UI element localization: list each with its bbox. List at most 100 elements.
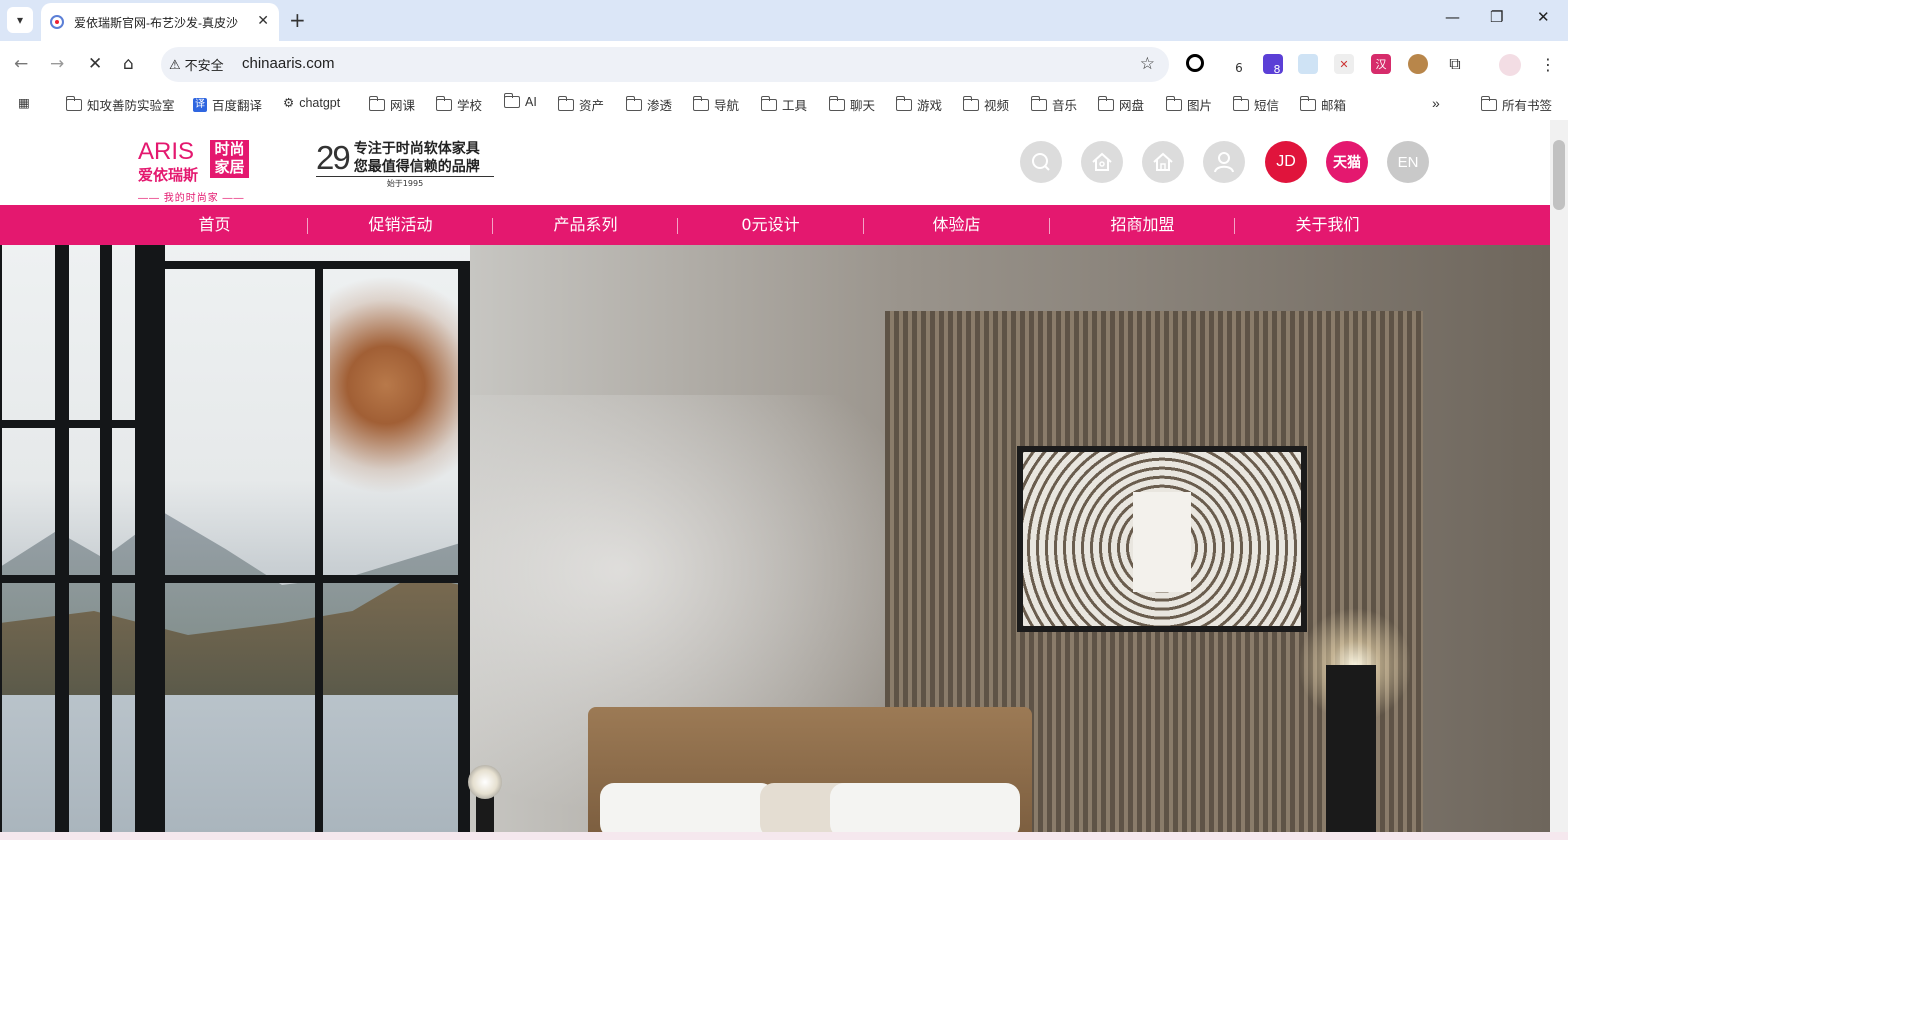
- profile-avatar[interactable]: [1499, 54, 1521, 76]
- tab-search-button[interactable]: ▾: [7, 7, 33, 33]
- tmall-icon[interactable]: 天猫: [1326, 141, 1368, 183]
- slogan-line-2: 您最值得信赖的品牌: [353, 159, 480, 175]
- stop-loading-icon[interactable]: ✕: [88, 54, 102, 74]
- bookmark-9[interactable]: 工具: [760, 95, 807, 114]
- new-tab-button[interactable]: +: [289, 9, 306, 31]
- folder-icon: [435, 95, 452, 111]
- bookmark-10[interactable]: 聊天: [828, 95, 875, 114]
- bookmark-2[interactable]: ⚙ chatgpt: [283, 95, 340, 111]
- folder-icon: [1232, 95, 1249, 111]
- all-bookmarks[interactable]: 所有书签: [1480, 95, 1552, 114]
- slogan-line-1: 专注于时尚软体家具: [353, 141, 480, 157]
- window-frame: [0, 420, 140, 428]
- active-tab[interactable]: 爱依瑞斯官网-布艺沙发-真皮沙 ✕: [41, 3, 279, 41]
- folder-icon: [557, 95, 574, 111]
- house-icon[interactable]: [1142, 141, 1184, 183]
- close-tab-icon[interactable]: ✕: [257, 13, 269, 29]
- folder-icon: [1480, 95, 1497, 111]
- home-outline-icon[interactable]: [1081, 141, 1123, 183]
- site-logo[interactable]: ARIS 爱依瑞斯 时尚家居 —— 我的时尚家 ——: [138, 138, 249, 204]
- site-header: ARIS 爱依瑞斯 时尚家居 —— 我的时尚家 —— 29 专注于时尚软体家具 …: [0, 120, 1550, 205]
- extension-4-icon[interactable]: ✕: [1334, 54, 1354, 74]
- side-lamp-bulb: [468, 765, 502, 799]
- forward-icon[interactable]: →: [50, 54, 64, 74]
- extension-2-icon[interactable]: 8: [1263, 54, 1283, 76]
- tab-strip: ▾ 爱依瑞斯官网-布艺沙发-真皮沙 ✕ + — ❐ ✕: [0, 0, 1568, 41]
- hero-lake: [0, 695, 470, 832]
- site-favicon-icon: [50, 15, 64, 29]
- bookmark-5[interactable]: AI: [503, 93, 537, 109]
- browser-menu-icon[interactable]: ⋮: [1538, 54, 1558, 74]
- pillow: [600, 783, 775, 832]
- bookmark-3[interactable]: 网课: [368, 95, 415, 114]
- jd-icon[interactable]: JD: [1265, 141, 1307, 183]
- bookmark-11[interactable]: 游戏: [895, 95, 942, 114]
- hero-picture-frame: [1017, 446, 1307, 632]
- folder-icon: [65, 95, 82, 111]
- cookie-extension-icon[interactable]: [1408, 54, 1428, 74]
- window-frame: [0, 245, 2, 832]
- page-scrollbar[interactable]: [1550, 120, 1568, 832]
- openai-icon: ⚙: [283, 96, 295, 110]
- url-text[interactable]: chinaaris.com: [242, 55, 335, 72]
- language-icon[interactable]: EN: [1387, 141, 1429, 183]
- nav-stores[interactable]: 体验店: [864, 205, 1049, 245]
- nav-franchise[interactable]: 招商加盟: [1050, 205, 1235, 245]
- more-bookmarks-icon[interactable]: »: [1432, 95, 1440, 111]
- window-frame: [0, 575, 470, 583]
- bookmark-0[interactable]: 知攻善防实验室: [65, 95, 175, 114]
- bookmark-14[interactable]: 网盘: [1097, 95, 1144, 114]
- bookmarks-bar: ▦ 知攻善防实验室 译百度翻译 ⚙ chatgpt 网课 学校 AI 资产 渗透 …: [0, 88, 1568, 118]
- scrollbar-thumb[interactable]: [1553, 140, 1565, 210]
- bookmark-star-icon[interactable]: ☆: [1140, 54, 1155, 74]
- extension-3-icon[interactable]: [1298, 54, 1318, 74]
- extension-5-icon[interactable]: 汉: [1371, 54, 1391, 74]
- user-icon[interactable]: [1203, 141, 1245, 183]
- nav-products[interactable]: 产品系列: [493, 205, 678, 245]
- hero-banner[interactable]: [0, 245, 1550, 832]
- window-frame: [315, 261, 323, 832]
- brand-slogan: 29 专注于时尚软体家具 您最值得信赖的品牌 始于1995: [316, 139, 494, 188]
- home-icon[interactable]: ⌂: [123, 54, 134, 74]
- web-page: ARIS 爱依瑞斯 时尚家居 —— 我的时尚家 —— 29 专注于时尚软体家具 …: [0, 120, 1550, 832]
- browser-toolbar: ← → ✕ ⌂ ⚠ 不安全 chinaaris.com ☆ 6 8 ✕ 汉 ⧉ ⋮: [0, 41, 1568, 88]
- bookmark-7[interactable]: 渗透: [625, 95, 672, 114]
- nav-promotions[interactable]: 促销活动: [308, 205, 493, 245]
- hero-tree: [330, 255, 470, 515]
- main-nav: 首页 促销活动 产品系列 0元设计 体验店 招商加盟 关于我们: [0, 205, 1550, 245]
- address-bar[interactable]: ⚠ 不安全 chinaaris.com ☆: [161, 47, 1169, 82]
- slogan-years: 29: [316, 139, 351, 176]
- folder-icon: [503, 93, 520, 108]
- folder-icon: [1165, 95, 1182, 111]
- bookmark-4[interactable]: 学校: [435, 95, 482, 114]
- bookmark-15[interactable]: 图片: [1165, 95, 1212, 114]
- folder-icon: [962, 95, 979, 111]
- window-frame: [135, 245, 165, 832]
- folder-icon: [625, 95, 642, 111]
- minimize-icon[interactable]: —: [1445, 8, 1460, 26]
- bookmark-16[interactable]: 短信: [1232, 95, 1279, 114]
- extensions-puzzle-icon[interactable]: ⧉: [1445, 54, 1465, 74]
- folder-icon: [1030, 95, 1047, 111]
- nav-free-design[interactable]: 0元设计: [678, 205, 863, 245]
- bookmark-13[interactable]: 音乐: [1030, 95, 1077, 114]
- bookmark-8[interactable]: 导航: [692, 95, 739, 114]
- window-frame: [100, 245, 112, 832]
- slogan-since: 始于1995: [316, 176, 494, 189]
- nav-about[interactable]: 关于我们: [1235, 205, 1420, 245]
- restore-icon[interactable]: ❐: [1490, 8, 1503, 26]
- apps-grid-icon[interactable]: ▦: [18, 95, 30, 110]
- extension-circle-icon[interactable]: [1186, 54, 1204, 72]
- side-lamp: [476, 795, 494, 832]
- bookmark-6[interactable]: 资产: [557, 95, 604, 114]
- security-indicator[interactable]: ⚠ 不安全: [169, 55, 224, 74]
- close-window-icon[interactable]: ✕: [1537, 8, 1550, 26]
- bookmark-1[interactable]: 译百度翻译: [193, 95, 262, 114]
- back-icon[interactable]: ←: [14, 54, 28, 74]
- bookmark-12[interactable]: 视频: [962, 95, 1009, 114]
- folder-icon: [895, 95, 912, 111]
- nav-home[interactable]: 首页: [122, 205, 307, 245]
- search-icon[interactable]: [1020, 141, 1062, 183]
- bookmark-17[interactable]: 邮箱: [1299, 95, 1346, 114]
- extension-1-icon[interactable]: 6: [1226, 54, 1246, 75]
